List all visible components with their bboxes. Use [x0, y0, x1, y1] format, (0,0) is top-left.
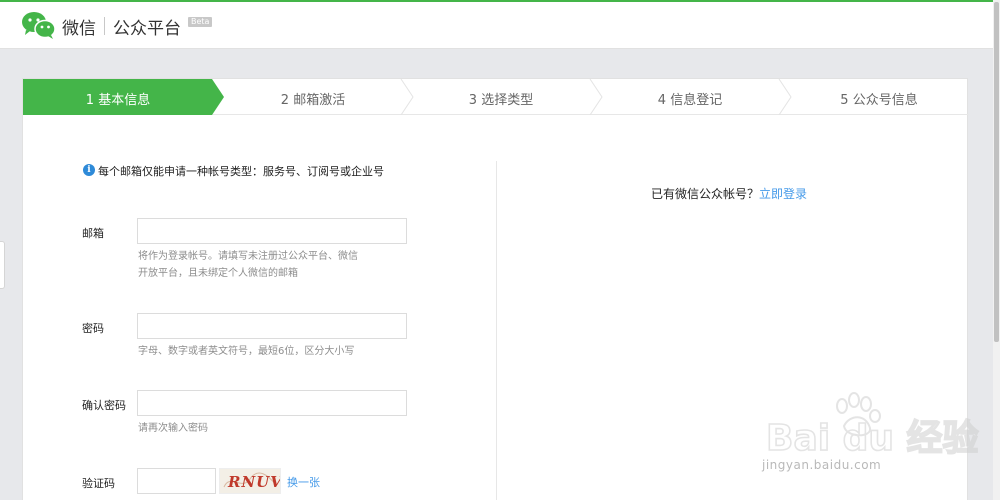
confirm-password-hint: 请再次输入密码 — [138, 423, 208, 434]
captcha-label: 验证码 — [82, 477, 115, 490]
login-link[interactable]: 立即登录 — [759, 187, 807, 201]
password-label: 密码 — [82, 322, 104, 335]
scrollbar-thumb[interactable] — [994, 2, 999, 342]
column-divider — [496, 161, 497, 500]
watermark-url: jingyan.baidu.com — [762, 458, 882, 472]
email-hint-line-1: 将作为登录帐号。请填写未注册过公众平台、微信 — [138, 251, 358, 262]
step-2-label: 2 邮箱激活 — [280, 93, 346, 108]
captcha-refresh-link[interactable]: 换一张 — [287, 474, 320, 490]
brand-name: 微信 — [62, 19, 96, 39]
step-3-label: 3 选择类型 — [468, 93, 534, 108]
captcha-glyphs: RNUV — [223, 472, 282, 491]
password-field[interactable] — [137, 313, 407, 339]
confirm-password-label: 确认密码 — [82, 399, 126, 412]
confirm-password-field[interactable] — [137, 390, 407, 416]
email-field[interactable] — [137, 218, 407, 244]
step-5-label: 5 公众号信息 — [840, 93, 918, 108]
login-prompt: 已有微信公众帐号？立即登录 — [651, 185, 807, 202]
email-hint-line-2: 开放平台，且未绑定个人微信的邮箱 — [138, 268, 298, 279]
top-header: 微信 公众平台 Beta — [0, 0, 993, 49]
platform-name: 公众平台 — [113, 19, 181, 39]
info-icon: i — [83, 164, 95, 176]
captcha-field[interactable] — [137, 468, 216, 494]
brand-divider — [104, 17, 105, 35]
side-collapse-tab[interactable] — [0, 241, 5, 289]
wechat-logo-icon[interactable] — [20, 10, 56, 40]
email-hint: 将作为登录帐号。请填写未注册过公众平台、微信 开放平台，且未绑定个人微信的邮箱 — [138, 248, 398, 282]
captcha-image-text: RNUV — [227, 473, 280, 491]
login-prompt-text: 已有微信公众帐号？ — [651, 187, 760, 201]
account-type-tip: 每个邮箱仅能申请一种帐号类型：服务号、订阅号或企业号 — [98, 165, 384, 178]
step-1-label: 1 基本信息 — [85, 93, 151, 108]
captcha-image[interactable]: RNUV — [219, 468, 282, 494]
email-label: 邮箱 — [82, 227, 104, 240]
password-hint: 字母、数字或者英文符号，最短6位，区分大小写 — [138, 346, 355, 357]
beta-badge: Beta — [188, 17, 213, 27]
step-progress-bar: 1 基本信息 2 邮箱激活 3 选择类型 4 信息登记 5 公众号信息 — [23, 79, 969, 115]
watermark-logo-text: Bai du 经验 — [766, 418, 979, 459]
step-4-label: 4 信息登记 — [657, 93, 723, 108]
